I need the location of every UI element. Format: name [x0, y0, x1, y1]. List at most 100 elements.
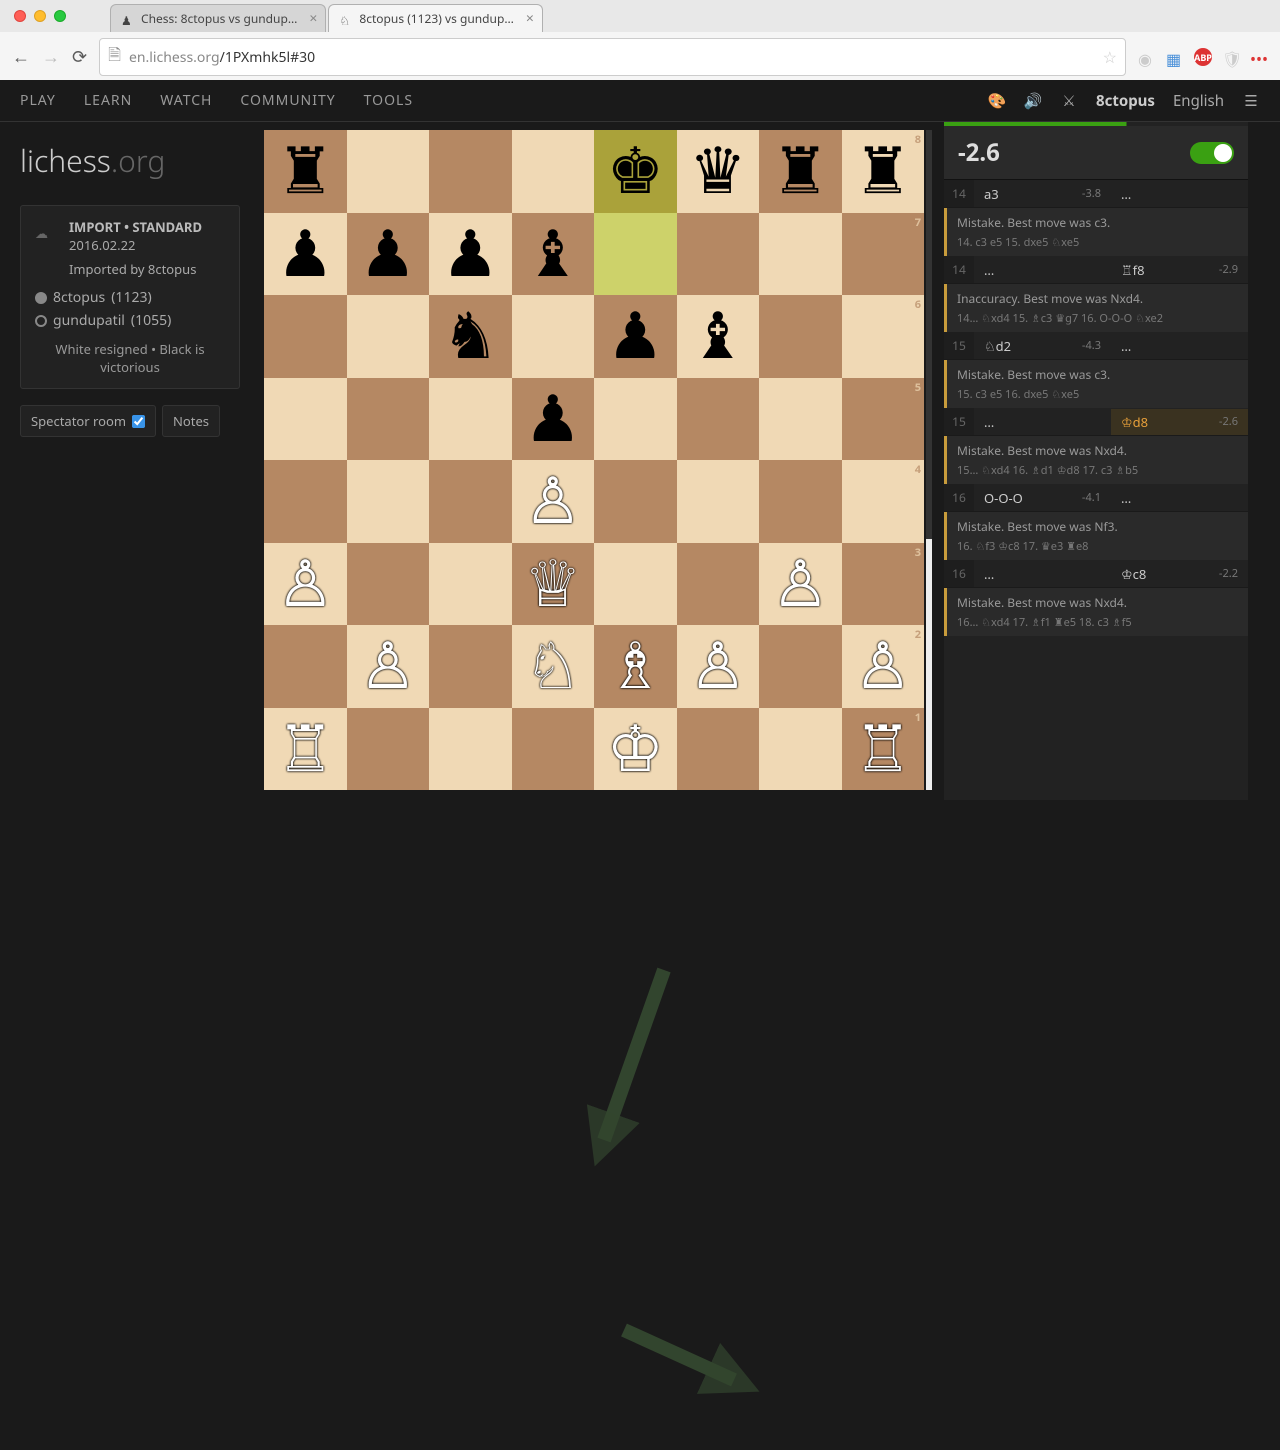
- move-black[interactable]: …: [1111, 485, 1248, 511]
- piece-wp[interactable]: ♙: [512, 460, 595, 543]
- square-g5[interactable]: [759, 378, 842, 461]
- square-g8[interactable]: ♜: [759, 130, 842, 213]
- move-white[interactable]: a3-3.8: [974, 181, 1111, 207]
- square-e7[interactable]: [594, 213, 677, 296]
- square-e3[interactable]: [594, 543, 677, 626]
- nav-play[interactable]: PLAY: [20, 91, 56, 110]
- square-c8[interactable]: [429, 130, 512, 213]
- square-e4[interactable]: [594, 460, 677, 543]
- nav-learn[interactable]: LEARN: [84, 91, 132, 110]
- move-black[interactable]: ♖f8-2.9: [1111, 257, 1248, 283]
- address-bar[interactable]: 🗎 en.lichess.org/1PXmhk5l#30 ☆: [99, 38, 1126, 76]
- square-c2[interactable]: [429, 625, 512, 708]
- square-g3[interactable]: ♙: [759, 543, 842, 626]
- piece-wp[interactable]: ♙: [759, 543, 842, 626]
- square-b3[interactable]: [347, 543, 430, 626]
- move-white[interactable]: …: [974, 561, 1111, 587]
- square-e6[interactable]: ♟: [594, 295, 677, 378]
- language-selector[interactable]: English: [1173, 91, 1224, 111]
- browser-tab-2[interactable]: ♘ 8ctopus (1123) vs gundup… ×: [328, 4, 543, 32]
- move-black[interactable]: …: [1111, 333, 1248, 359]
- square-f5[interactable]: [677, 378, 760, 461]
- engine-toggle[interactable]: [1190, 142, 1234, 164]
- extension-icon[interactable]: •••: [1250, 48, 1268, 66]
- sound-icon[interactable]: 🔊: [1024, 92, 1042, 110]
- tab-spectator-room[interactable]: Spectator room: [20, 405, 156, 437]
- square-a2[interactable]: [264, 625, 347, 708]
- reload-button[interactable]: ⟳: [72, 45, 87, 69]
- square-f4[interactable]: [677, 460, 760, 543]
- square-d5[interactable]: ♟: [512, 378, 595, 461]
- square-g6[interactable]: [759, 295, 842, 378]
- square-h7[interactable]: 7: [842, 213, 925, 296]
- square-e1[interactable]: ♔: [594, 708, 677, 791]
- square-d7[interactable]: ♝: [512, 213, 595, 296]
- square-a1[interactable]: ♖: [264, 708, 347, 791]
- square-c6[interactable]: ♞: [429, 295, 512, 378]
- menu-icon[interactable]: ☰: [1242, 92, 1260, 110]
- challenge-icon[interactable]: ⚔: [1060, 92, 1078, 110]
- square-d6[interactable]: [512, 295, 595, 378]
- piece-bp[interactable]: ♟: [512, 378, 595, 461]
- move-white[interactable]: O-O-O-4.1: [974, 485, 1111, 511]
- square-e5[interactable]: [594, 378, 677, 461]
- move-white[interactable]: …: [974, 257, 1111, 283]
- nav-watch[interactable]: WATCH: [160, 91, 212, 110]
- chess-board[interactable]: ♜♚♛♜8♜♟♟♟♝7♞♟♝6♟5♙4♙♕♙3♙♘♗♙2♙♖♔1♖: [264, 130, 924, 790]
- close-tab-icon[interactable]: ×: [526, 9, 534, 28]
- square-b2[interactable]: ♙: [347, 625, 430, 708]
- piece-wp[interactable]: ♙: [677, 625, 760, 708]
- site-info-icon[interactable]: 🗎: [108, 43, 121, 71]
- extension-icon[interactable]: ◉: [1138, 48, 1156, 66]
- square-f6[interactable]: ♝: [677, 295, 760, 378]
- square-d8[interactable]: [512, 130, 595, 213]
- piece-br[interactable]: ♜: [842, 130, 925, 213]
- square-f2[interactable]: ♙: [677, 625, 760, 708]
- piece-bn[interactable]: ♞: [429, 295, 512, 378]
- piece-wp[interactable]: ♙: [264, 543, 347, 626]
- square-h2[interactable]: 2♙: [842, 625, 925, 708]
- square-h1[interactable]: 1♖: [842, 708, 925, 791]
- square-a5[interactable]: [264, 378, 347, 461]
- browser-tab-1[interactable]: ♟ Chess: 8ctopus vs gundup… ×: [110, 4, 326, 32]
- tab-notes[interactable]: Notes: [162, 405, 220, 437]
- square-b7[interactable]: ♟: [347, 213, 430, 296]
- square-g7[interactable]: [759, 213, 842, 296]
- piece-wn[interactable]: ♘: [512, 625, 595, 708]
- square-f1[interactable]: [677, 708, 760, 791]
- square-a4[interactable]: [264, 460, 347, 543]
- piece-wp[interactable]: ♙: [347, 625, 430, 708]
- square-d3[interactable]: ♕: [512, 543, 595, 626]
- square-h4[interactable]: 4: [842, 460, 925, 543]
- nav-community[interactable]: COMMUNITY: [240, 91, 335, 110]
- square-b1[interactable]: [347, 708, 430, 791]
- square-f8[interactable]: ♛: [677, 130, 760, 213]
- square-b4[interactable]: [347, 460, 430, 543]
- extension-icon[interactable]: ▦: [1166, 48, 1184, 66]
- square-b8[interactable]: [347, 130, 430, 213]
- maximize-window-icon[interactable]: [54, 10, 66, 22]
- site-logo[interactable]: lichess.org: [20, 140, 240, 181]
- move-black[interactable]: ♔d8-2.6: [1111, 409, 1248, 435]
- piece-br[interactable]: ♜: [759, 130, 842, 213]
- piece-bp[interactable]: ♟: [594, 295, 677, 378]
- move-black[interactable]: ♔c8-2.2: [1111, 561, 1248, 587]
- square-f7[interactable]: [677, 213, 760, 296]
- piece-wq[interactable]: ♕: [512, 543, 595, 626]
- move-list[interactable]: 14a3-3.8…Mistake. Best move was c3.14. c…: [944, 180, 1248, 800]
- square-g4[interactable]: [759, 460, 842, 543]
- player-black[interactable]: gundupatil (1055): [35, 311, 225, 330]
- piece-bp[interactable]: ♟: [347, 213, 430, 296]
- square-h5[interactable]: 5: [842, 378, 925, 461]
- square-g1[interactable]: [759, 708, 842, 791]
- square-c4[interactable]: [429, 460, 512, 543]
- piece-bp[interactable]: ♟: [429, 213, 512, 296]
- square-c1[interactable]: [429, 708, 512, 791]
- adblock-icon[interactable]: ABP: [1194, 48, 1212, 66]
- square-a6[interactable]: [264, 295, 347, 378]
- square-c5[interactable]: [429, 378, 512, 461]
- square-e2[interactable]: ♗: [594, 625, 677, 708]
- spectator-checkbox[interactable]: [132, 415, 145, 428]
- square-f3[interactable]: [677, 543, 760, 626]
- piece-bb[interactable]: ♝: [677, 295, 760, 378]
